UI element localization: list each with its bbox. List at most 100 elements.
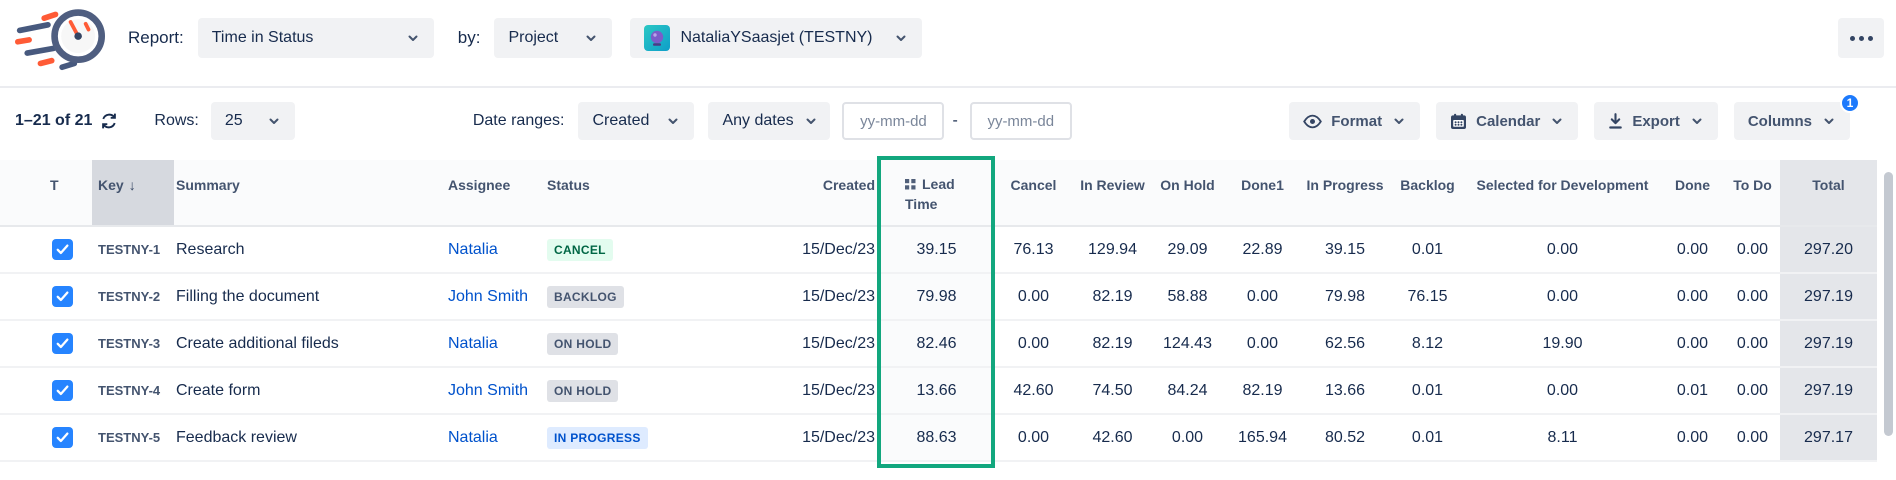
- header-total: Total: [1780, 160, 1877, 225]
- cancel-value: 76.13: [992, 227, 1075, 272]
- ellipsis-icon: [1850, 36, 1855, 41]
- table-row: TESTNY-1 Research Natalia CANCEL 15/Dec/…: [0, 227, 1877, 274]
- status-badge: IN PROGRESS: [547, 427, 648, 449]
- done1-value: 165.94: [1225, 415, 1300, 460]
- assignee-link[interactable]: John Smith: [448, 288, 528, 306]
- backlog-value: 0.01: [1390, 227, 1465, 272]
- assignee-link[interactable]: John Smith: [448, 382, 528, 400]
- app-logo-stopwatch-icon: [12, 5, 116, 71]
- date-preset-select[interactable]: Any dates: [708, 102, 830, 140]
- in-progress-value: 79.98: [1300, 274, 1390, 319]
- rows-per-page-value: 25: [225, 112, 243, 130]
- assignee-link[interactable]: Natalia: [448, 429, 498, 447]
- cancel-value: 0.00: [992, 321, 1075, 366]
- refresh-button[interactable]: [100, 112, 118, 130]
- on-hold-value: 124.43: [1150, 321, 1225, 366]
- top-bar: Report: Time in Status by: Project Natal…: [0, 0, 1896, 88]
- scrollbar-thumb[interactable]: [1884, 172, 1893, 436]
- more-actions-button[interactable]: [1838, 18, 1884, 58]
- group-by-value: Project: [508, 29, 558, 47]
- group-by-select[interactable]: Project: [494, 18, 612, 58]
- header-lead-time[interactable]: Lead Time: [881, 160, 992, 225]
- date-to-input[interactable]: [970, 102, 1072, 140]
- columns-button-wrap: Columns 1: [1734, 102, 1850, 140]
- ellipsis-icon: [1868, 36, 1873, 41]
- done-value: 0.00: [1660, 227, 1725, 272]
- header-key[interactable]: Key ↓: [92, 160, 174, 225]
- assignee-cell: Natalia: [442, 227, 539, 272]
- row-checkbox[interactable]: [52, 286, 73, 307]
- row-checkbox[interactable]: [52, 427, 73, 448]
- table-body: TESTNY-1 Research Natalia CANCEL 15/Dec/…: [0, 227, 1877, 462]
- created-date: 15/Dec/23: [639, 321, 881, 366]
- on-hold-value: 29.09: [1150, 227, 1225, 272]
- columns-button[interactable]: Columns: [1734, 102, 1850, 140]
- status-cell: BACKLOG: [539, 274, 639, 319]
- in-review-value: 82.19: [1075, 321, 1150, 366]
- header-summary: Summary: [174, 160, 442, 225]
- assignee-cell: Natalia: [442, 415, 539, 460]
- selected-for-development-value: 0.00: [1465, 368, 1660, 413]
- calendar-button[interactable]: Calendar: [1436, 102, 1578, 140]
- sort-desc-icon: ↓: [129, 175, 136, 195]
- time-in-status-report-page: Report: Time in Status by: Project Natal…: [0, 0, 1896, 480]
- export-label: Export: [1632, 113, 1680, 130]
- assignee-link[interactable]: Natalia: [448, 241, 498, 259]
- check-icon: [56, 432, 69, 443]
- assignee-link[interactable]: Natalia: [448, 335, 498, 353]
- calendar-icon: [1450, 113, 1467, 130]
- header-key-label: Key: [98, 175, 124, 195]
- assignee-cell: John Smith: [442, 274, 539, 319]
- check-icon: [56, 338, 69, 349]
- issue-summary: Create additional fileds: [174, 321, 442, 366]
- issue-summary: Research: [174, 227, 442, 272]
- row-select-cell: [0, 415, 92, 460]
- row-checkbox[interactable]: [52, 239, 73, 260]
- header-cancel: Cancel: [992, 160, 1075, 225]
- header-on-hold: On Hold: [1150, 160, 1225, 225]
- done1-value: 0.00: [1225, 321, 1300, 366]
- cancel-value: 0.00: [992, 415, 1075, 460]
- date-from-input[interactable]: [842, 102, 944, 140]
- date-field-select[interactable]: Created: [578, 102, 694, 140]
- header-type: T: [0, 160, 92, 225]
- pagination-info: 1–21 of 21: [15, 112, 92, 130]
- refresh-icon: [100, 112, 118, 130]
- date-range-dash: -: [952, 112, 957, 130]
- to-do-value: 0.00: [1725, 368, 1780, 413]
- done-value: 0.00: [1660, 321, 1725, 366]
- on-hold-value: 0.00: [1150, 415, 1225, 460]
- rows-per-page-select[interactable]: 25: [211, 102, 295, 140]
- in-review-value: 129.94: [1075, 227, 1150, 272]
- to-do-value: 0.00: [1725, 321, 1780, 366]
- chevron-down-icon: [1690, 114, 1704, 128]
- in-review-value: 42.60: [1075, 415, 1150, 460]
- row-select-cell: [0, 227, 92, 272]
- created-date: 15/Dec/23: [639, 368, 881, 413]
- header-in-review: In Review: [1075, 160, 1150, 225]
- to-do-value: 0.00: [1725, 415, 1780, 460]
- export-button[interactable]: Export: [1594, 102, 1718, 140]
- table-row: TESTNY-2 Filling the document John Smith…: [0, 274, 1877, 321]
- row-checkbox[interactable]: [52, 333, 73, 354]
- issue-key: TESTNY-3: [92, 321, 174, 366]
- project-value: NataliaYSaasjet (TESTNY): [680, 29, 884, 47]
- selected-for-development-value: 0.00: [1465, 227, 1660, 272]
- backlog-value: 0.01: [1390, 415, 1465, 460]
- done1-value: 0.00: [1225, 274, 1300, 319]
- to-do-value: 0.00: [1725, 227, 1780, 272]
- columns-count-badge: 1: [1840, 93, 1860, 113]
- project-select[interactable]: NataliaYSaasjet (TESTNY): [630, 18, 922, 58]
- issue-key: TESTNY-4: [92, 368, 174, 413]
- row-checkbox[interactable]: [52, 380, 73, 401]
- issue-key: TESTNY-1: [92, 227, 174, 272]
- cancel-value: 42.60: [992, 368, 1075, 413]
- format-button[interactable]: Format: [1289, 102, 1420, 140]
- chevron-down-icon: [666, 114, 680, 128]
- report-label: Report:: [128, 28, 184, 48]
- vertical-scrollbar[interactable]: [1880, 164, 1896, 464]
- lead-time-value: 79.98: [881, 274, 992, 319]
- chevron-down-icon: [406, 31, 420, 45]
- report-type-select[interactable]: Time in Status: [198, 18, 434, 58]
- backlog-value: 0.01: [1390, 368, 1465, 413]
